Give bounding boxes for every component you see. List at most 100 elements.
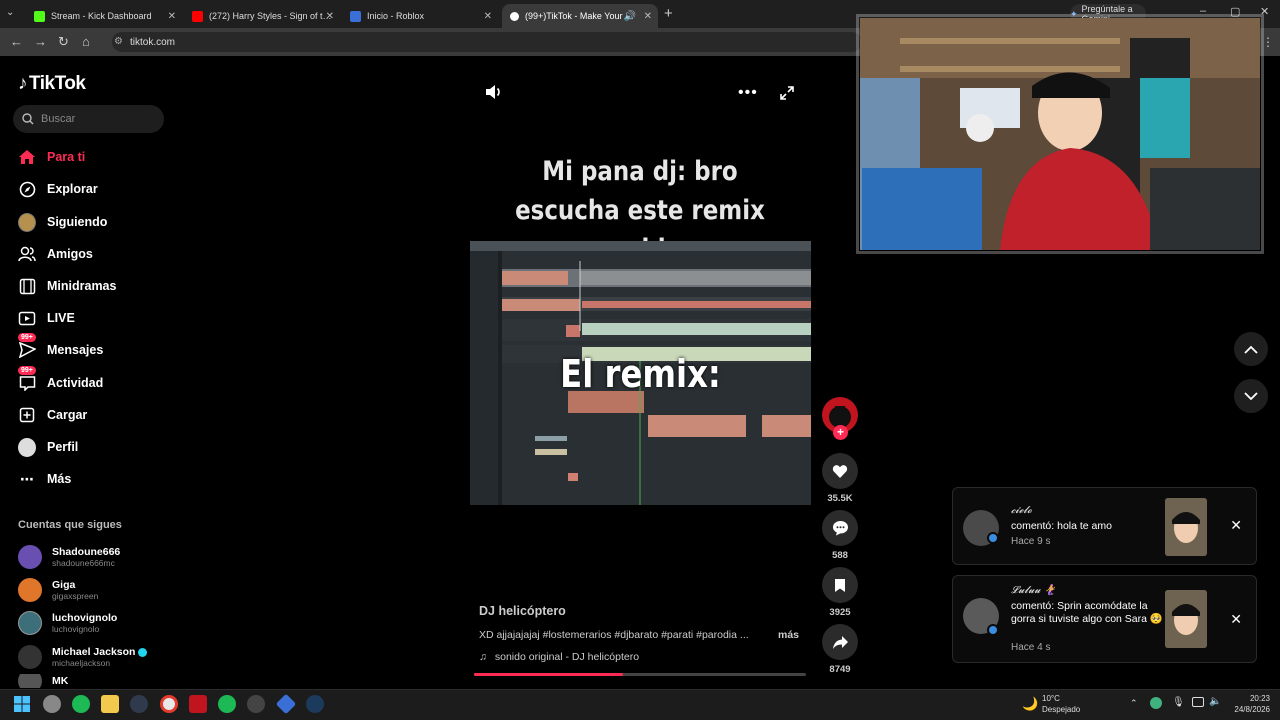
tab-title: Inicio - Roblox <box>367 11 425 21</box>
speaker-icon[interactable]: 🔈 <box>1209 696 1221 707</box>
video-progress-fill <box>474 673 623 676</box>
close-icon[interactable]: ✕ <box>326 11 334 22</box>
maximize-icon[interactable]: ▢ <box>1230 5 1240 18</box>
more-icon: ⋯ <box>20 470 34 487</box>
previous-video-button[interactable] <box>1234 332 1268 366</box>
notification-user: 𝓬𝓲𝓮𝓵𝓸 <box>1011 505 1032 516</box>
obs-icon[interactable] <box>43 695 61 713</box>
account-handle: shadoune666mc <box>52 558 115 568</box>
site-info-icon[interactable]: ⚙ <box>114 36 123 47</box>
nav-label: Más <box>47 472 72 486</box>
clock-time: 20:23 <box>1249 694 1270 703</box>
taskbar-clock[interactable]: 20:23 24/8/2026 <box>1226 693 1270 715</box>
nav-amigos[interactable]: Amigos <box>18 242 93 266</box>
comment-button[interactable] <box>822 510 858 546</box>
sound-link[interactable]: ♫ sonido original - DJ helicóptero <box>479 651 639 663</box>
window-close-icon[interactable]: ✕ <box>1260 5 1269 18</box>
display-icon[interactable] <box>1192 697 1204 707</box>
back-icon[interactable]: ← <box>10 34 23 49</box>
share-button[interactable] <box>822 624 858 660</box>
url-field[interactable]: tiktok.com <box>112 32 862 52</box>
nav-para-ti[interactable]: Para ti <box>18 145 85 169</box>
following-account[interactable]: MK <box>18 674 68 688</box>
following-account[interactable]: Giga gigaxspreen <box>18 575 98 605</box>
description-more-link[interactable]: más <box>778 629 799 641</box>
video-overlay-text: El remix: <box>560 352 721 396</box>
following-account[interactable]: luchovignolo luchovignolo <box>18 608 117 638</box>
nav-cargar[interactable]: Cargar <box>18 403 87 427</box>
nav-mensajes[interactable]: 99+ Mensajes <box>18 333 103 362</box>
avatar <box>18 645 42 669</box>
avatar <box>18 674 42 688</box>
tab-tiktok[interactable]: (99+)TikTok - Make Your Da 🔊 ✕ <box>502 4 658 28</box>
browser-menu-icon[interactable]: ⋮ <box>1262 35 1274 49</box>
nav-explorar[interactable]: Explorar <box>18 177 98 201</box>
next-video-button[interactable] <box>1234 379 1268 413</box>
reload-icon[interactable]: ↻ <box>58 34 69 50</box>
video-downloader-icon[interactable] <box>130 695 148 713</box>
account-name: Giga <box>52 579 76 591</box>
comment-notification[interactable]: 𝓬𝓲𝓮𝓵𝓸 comentó: hola te amo Hace 9 s ✕ <box>952 487 1257 565</box>
like-button[interactable] <box>822 453 858 489</box>
notification-user: 𝓛𝓾𝓵𝓾𝓾 🧜‍♀️ <box>1011 585 1057 596</box>
comment-notification[interactable]: 𝓛𝓾𝓵𝓾𝓾 🧜‍♀️ comentó: Sprin acomódate la g… <box>952 575 1257 663</box>
windows-start-icon[interactable] <box>14 696 30 717</box>
save-button[interactable] <box>822 567 858 603</box>
nav-live[interactable]: LIVE <box>18 306 75 330</box>
spotify-icon[interactable] <box>72 695 90 713</box>
tab-list-chevron-icon[interactable]: ⌄ <box>6 7 14 18</box>
file-explorer-icon[interactable] <box>101 695 119 713</box>
forward-icon[interactable]: → <box>34 34 47 49</box>
video-author[interactable]: DJ helicóptero <box>479 604 566 618</box>
close-icon[interactable]: ✕ <box>484 11 492 22</box>
spotify-icon[interactable] <box>218 695 236 713</box>
home-icon[interactable]: ⌂ <box>82 34 90 49</box>
sound-label: sonido original - DJ helicóptero <box>494 651 640 663</box>
steam-icon[interactable] <box>306 695 324 713</box>
nav-perfil[interactable]: Perfil <box>18 435 78 459</box>
weather-widget[interactable]: 10°C Despejado <box>1042 693 1080 715</box>
app-icon[interactable] <box>189 695 207 713</box>
home-icon <box>18 148 36 166</box>
following-account[interactable]: Shadoune666 shadoune666mc <box>18 542 120 572</box>
tiktok-logo[interactable]: ♪ TikTok <box>18 73 86 95</box>
avatar <box>18 611 42 635</box>
nav-actividad[interactable]: 99+ Actividad <box>18 366 104 395</box>
youtube-favicon-icon <box>192 10 203 22</box>
more-options-icon[interactable]: ••• <box>738 84 758 102</box>
nav-minidramas[interactable]: Minidramas <box>18 274 116 298</box>
account-name: Shadoune666 <box>52 546 121 558</box>
settings-icon[interactable] <box>247 695 265 713</box>
tray-app-icon[interactable] <box>1150 697 1162 709</box>
follow-plus-button[interactable]: + <box>833 425 848 440</box>
close-icon[interactable]: ✕ <box>644 11 652 22</box>
fullscreen-icon[interactable] <box>780 86 794 105</box>
search-input[interactable]: Buscar <box>13 105 164 133</box>
nav-label: Actividad <box>47 376 104 390</box>
close-icon[interactable]: ✕ <box>1230 611 1242 628</box>
upload-icon <box>18 406 36 424</box>
speaker-icon[interactable]: 🔊 <box>624 11 636 22</box>
comment-icon <box>832 521 848 536</box>
following-account[interactable]: Michael Jackson michaeljackson <box>18 642 148 672</box>
volume-icon[interactable] <box>485 84 503 105</box>
tab-youtube[interactable]: (272) Harry Styles - Sign of the ✕ <box>184 4 340 28</box>
chrome-icon[interactable] <box>160 695 178 713</box>
minimize-icon[interactable]: – <box>1200 5 1206 17</box>
account-name: luchovignolo <box>52 612 118 624</box>
webcam-overlay <box>860 18 1260 250</box>
close-icon[interactable]: ✕ <box>1230 517 1242 534</box>
tab-kick[interactable]: Stream - Kick Dashboard ✕ <box>26 4 182 28</box>
notification-thumbnail[interactable] <box>1165 498 1207 556</box>
weather-temp: 10°C <box>1042 694 1060 703</box>
microphone-icon[interactable]: 🎙 <box>1172 697 1185 708</box>
tray-chevron-icon[interactable]: ⌃ <box>1130 698 1138 709</box>
avatar <box>18 578 42 602</box>
close-icon[interactable]: ✕ <box>168 11 176 22</box>
new-tab-button[interactable]: + <box>664 5 673 22</box>
notification-thumbnail[interactable] <box>1165 590 1207 648</box>
nav-siguiendo[interactable]: Siguiendo <box>18 210 107 234</box>
nav-mas[interactable]: ⋯ Más <box>18 467 71 491</box>
tab-roblox[interactable]: Inicio - Roblox ✕ <box>342 4 498 28</box>
profile-icon <box>18 437 36 457</box>
